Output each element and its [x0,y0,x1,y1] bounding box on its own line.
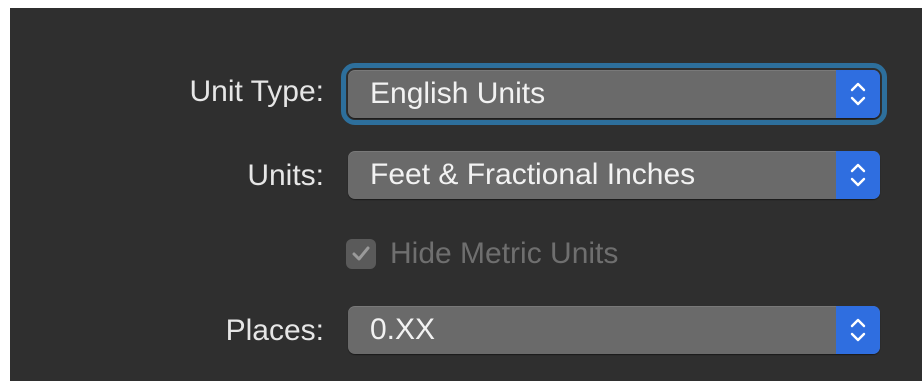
places-stepper[interactable] [836,306,880,354]
hide-metric-units-label: Hide Metric Units [390,237,619,270]
chevron-up-down-icon [850,318,866,342]
places-popup[interactable]: 0.XX [348,306,880,354]
hide-metric-units-row[interactable]: Hide Metric Units [346,236,618,272]
unit-type-label: Unit Type: [189,75,324,108]
units-stepper[interactable] [836,151,880,199]
units-value: Feet & Fractional Inches [370,158,696,191]
checkmark-icon [352,246,370,261]
unit-type-value: English Units [370,77,546,110]
settings-panel: Unit Type: English Units Units: Feet & F… [10,8,922,381]
places-value: 0.XX [370,313,436,346]
chevron-up-down-icon [850,163,866,187]
hide-metric-units-checkbox[interactable] [346,239,376,269]
units-popup[interactable]: Feet & Fractional Inches [348,151,880,199]
units-label: Units: [247,159,324,192]
chevron-up-down-icon [850,82,866,106]
unit-type-popup[interactable]: English Units [341,63,887,125]
unit-type-stepper[interactable] [836,70,880,118]
places-label: Places: [225,314,324,347]
